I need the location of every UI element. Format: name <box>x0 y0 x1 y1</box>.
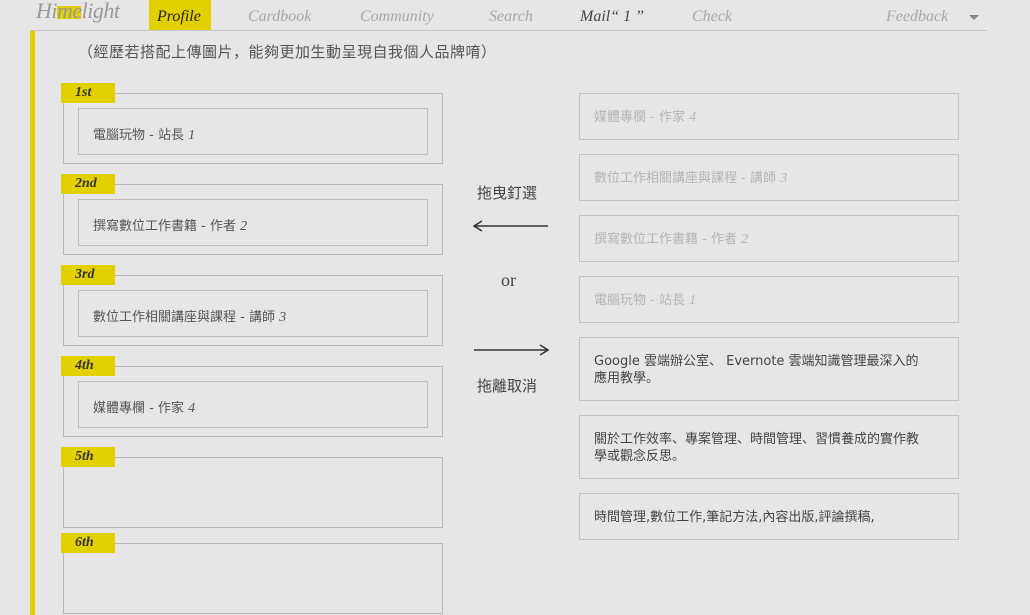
pinned-card-text: 電腦玩物 - 站長 1 <box>93 124 195 144</box>
available-card-line: Google 雲端辦公室、 Evernote 雲端知識管理最深入的 <box>594 354 919 369</box>
available-card[interactable]: 關於工作效率、專案管理、時間管理、習慣養成的實作教 學或觀念反思。 <box>579 415 959 479</box>
nav-mail[interactable]: Mail“ 1 ” <box>580 8 644 26</box>
pin-slot-2[interactable]: 2nd 撰寫數位工作書籍 - 作者 2 <box>61 174 443 255</box>
available-card-count: 2 <box>741 232 749 247</box>
caret-down-icon[interactable] <box>969 15 979 20</box>
slot-rank-label: 6th <box>75 535 94 550</box>
slot-rank-label: 1st <box>75 85 92 100</box>
available-card-line: 學或觀念反思。 <box>594 449 686 464</box>
hint-text: （經歷若搭配上傳圖片，能夠更加生動呈現自我個人品牌唷） <box>78 43 497 61</box>
pinned-card-title: 電腦玩物 - 站長 <box>93 128 184 143</box>
pinned-card[interactable]: 撰寫數位工作書籍 - 作者 2 <box>78 199 428 246</box>
slot-rank-badge: 5th <box>61 447 115 467</box>
slot-rank-badge: 1st <box>61 83 115 103</box>
available-card-text: 數位工作相關講座與課程 - 講師 3 <box>594 170 787 187</box>
slot-rank-label: 4th <box>75 358 94 373</box>
pinned-card-title: 媒體專欄 - 作家 <box>93 401 184 416</box>
available-card-line: 應用教學。 <box>594 371 660 386</box>
available-card[interactable]: 時間管理,數位工作,筆記方法,內容出版,評論撰稿, <box>579 493 959 540</box>
pinned-card-text: 數位工作相關講座與課程 - 講師 3 <box>93 306 286 326</box>
nav-community[interactable]: Community <box>360 8 434 26</box>
pinned-card[interactable]: 媒體專欄 - 作家 4 <box>78 381 428 428</box>
available-card-title: 撰寫數位工作書籍 - 作者 <box>594 232 737 247</box>
available-card-line: 時間管理,數位工作,筆記方法,內容出版,評論撰稿, <box>594 510 875 525</box>
available-card-text: 電腦玩物 - 站長 1 <box>594 292 696 309</box>
available-card[interactable]: Google 雲端辦公室、 Evernote 雲端知識管理最深入的 應用教學。 <box>579 337 959 401</box>
pinned-card-count: 4 <box>188 401 196 416</box>
pinned-card-count: 1 <box>188 128 196 143</box>
slot-rank-badge: 3rd <box>61 265 115 285</box>
slot-rank-badge: 6th <box>61 533 115 553</box>
arrow-left-icon <box>472 220 548 232</box>
available-card-pinned[interactable]: 電腦玩物 - 站長 1 <box>579 276 959 323</box>
pin-slot-1[interactable]: 1st 電腦玩物 - 站長 1 <box>61 83 443 164</box>
accent-bar <box>30 31 35 615</box>
arrow-right-icon <box>474 344 550 356</box>
available-card-text: 撰寫數位工作書籍 - 作者 2 <box>594 231 748 248</box>
logo[interactable]: Himelight <box>36 0 126 24</box>
nav-cardbook[interactable]: Cardbook <box>248 8 311 26</box>
available-card-text: 媒體專欄 - 作家 4 <box>594 109 696 126</box>
pin-slot-6[interactable]: 6th <box>61 533 443 614</box>
nav-search[interactable]: Search <box>489 8 533 26</box>
nav-check[interactable]: Check <box>692 8 732 26</box>
pinned-card-title: 撰寫數位工作書籍 - 作者 <box>93 219 236 234</box>
available-card-text: 關於工作效率、專案管理、時間管理、習慣養成的實作教 學或觀念反思。 <box>594 431 919 465</box>
pin-slot-5[interactable]: 5th <box>61 447 443 528</box>
slot-rank-badge: 2nd <box>61 174 115 194</box>
pinned-card[interactable]: 電腦玩物 - 站長 1 <box>78 108 428 155</box>
slot-rank-label: 3rd <box>75 267 95 282</box>
pin-slot-3[interactable]: 3rd 數位工作相關講座與課程 - 講師 3 <box>61 265 443 346</box>
available-card-title: 數位工作相關講座與課程 - 講師 <box>594 171 776 186</box>
pinned-card-count: 2 <box>240 219 248 234</box>
available-card-count: 4 <box>689 110 697 125</box>
available-card-line: 關於工作效率、專案管理、時間管理、習慣養成的實作教 <box>594 432 920 447</box>
available-card-text: 時間管理,數位工作,筆記方法,內容出版,評論撰稿, <box>594 509 875 526</box>
available-card-count: 3 <box>780 171 788 186</box>
slot-rank-badge: 4th <box>61 356 115 376</box>
nav-profile-label: Profile <box>157 8 201 25</box>
pin-slot-4[interactable]: 4th 媒體專欄 - 作家 4 <box>61 356 443 437</box>
slot-rank-label: 2nd <box>75 176 97 191</box>
available-card-title: 電腦玩物 - 站長 <box>594 293 685 308</box>
pinned-card-title: 數位工作相關講座與課程 - 講師 <box>93 310 275 325</box>
available-card-pinned[interactable]: 媒體專欄 - 作家 4 <box>579 93 959 140</box>
pinned-card-count: 3 <box>279 310 287 325</box>
unpin-instruction: 拖離取消 <box>477 377 538 395</box>
nav-divider <box>30 30 987 31</box>
or-separator: or <box>501 270 516 290</box>
pin-instruction: 拖曳釘選 <box>477 184 538 202</box>
available-card-pinned[interactable]: 數位工作相關講座與課程 - 講師 3 <box>579 154 959 201</box>
available-card-count: 1 <box>689 293 697 308</box>
available-card-pinned[interactable]: 撰寫數位工作書籍 - 作者 2 <box>579 215 959 262</box>
slot-rank-label: 5th <box>75 449 94 464</box>
pinned-card-text: 撰寫數位工作書籍 - 作者 2 <box>93 215 247 235</box>
available-card-text: Google 雲端辦公室、 Evernote 雲端知識管理最深入的 應用教學。 <box>594 353 919 387</box>
nav-profile[interactable]: Profile <box>149 0 211 30</box>
pinned-card-text: 媒體專欄 - 作家 4 <box>93 397 195 417</box>
available-card-title: 媒體專欄 - 作家 <box>594 110 685 125</box>
logo-text: Himelight <box>36 0 120 23</box>
pinned-card[interactable]: 數位工作相關講座與課程 - 講師 3 <box>78 290 428 337</box>
nav-feedback[interactable]: Feedback <box>886 8 948 26</box>
